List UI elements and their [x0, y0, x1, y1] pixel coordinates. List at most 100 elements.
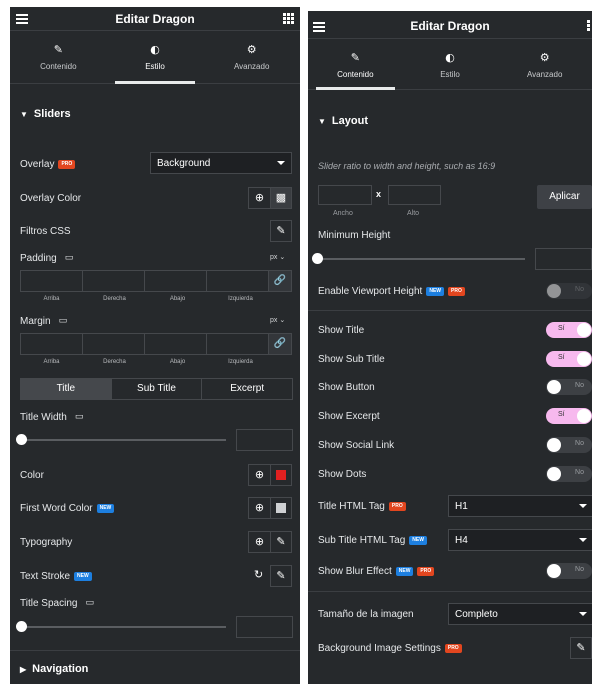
viewport-toggle[interactable]: No — [546, 283, 592, 299]
apps-grid-icon[interactable] — [283, 13, 294, 24]
edit-pencil-icon[interactable]: ✎ — [570, 637, 592, 659]
title-width-input[interactable] — [236, 429, 293, 451]
margin-row: Margin ▭ — [20, 315, 68, 327]
desktop-icon[interactable]: ▭ — [85, 598, 94, 608]
slider-handle[interactable] — [312, 253, 323, 264]
title-width-slider[interactable] — [20, 439, 226, 441]
color-controls: ⊕ — [248, 464, 292, 486]
editor-panel-contenido: Editar Dragon ✎ Contenido ◐ Estilo ⚙ Avanza… — [308, 11, 592, 684]
edit-pencil-icon[interactable]: ✎ — [270, 532, 291, 552]
margin-labels: Arriba Derecha Abajo Izquierda — [43, 359, 253, 365]
show-excerpt-toggle[interactable]: Sí — [546, 408, 592, 424]
padding-labels: Arriba Derecha Abajo Izquierda — [43, 296, 253, 302]
subtitle-tag-select[interactable]: H4 — [448, 529, 592, 551]
tab-contenido[interactable]: ✎ Contenido — [10, 32, 107, 83]
slider-handle[interactable] — [16, 434, 27, 445]
title-spacing-input[interactable] — [236, 616, 293, 638]
reset-icon[interactable]: ↻ — [254, 568, 263, 581]
unit-selector[interactable]: px ⌄ — [270, 316, 285, 324]
globe-icon[interactable]: ⊕ — [249, 188, 270, 208]
padding-left-input[interactable] — [206, 270, 269, 292]
section-navigation[interactable]: ▶ Navigation — [10, 663, 300, 675]
blur-toggle[interactable]: No — [546, 563, 592, 579]
ancho-input[interactable] — [318, 185, 372, 205]
link-icon[interactable]: 🔗 — [268, 270, 292, 292]
gear-icon: ⚙ — [246, 43, 257, 56]
slider-handle[interactable] — [16, 621, 27, 632]
typography-controls: ⊕ ✎ — [248, 531, 292, 553]
seg-tab-title[interactable]: Title — [21, 379, 111, 399]
overlay-select[interactable]: Background — [150, 152, 292, 174]
min-height-input[interactable] — [535, 248, 592, 270]
desktop-icon[interactable]: ▭ — [75, 412, 84, 422]
panel-title: Editar Dragon — [115, 12, 195, 26]
bg-settings-row: Background Image Settings PRO — [318, 636, 592, 660]
globe-icon[interactable]: ⊕ — [249, 532, 270, 552]
apply-button[interactable]: Aplicar — [537, 185, 592, 209]
min-height-row: Minimum Height — [318, 229, 391, 241]
tab-estilo[interactable]: ◐ Estilo — [403, 40, 498, 89]
panel-tabs: ✎ Contenido ◐ Estilo ⚙ Avanzado — [308, 40, 592, 90]
divider — [308, 310, 592, 311]
padding-right-input[interactable] — [82, 270, 145, 292]
padding-row: Padding ▭ — [20, 252, 74, 264]
margin-inputs: 🔗 — [20, 333, 292, 355]
more-vertical-icon[interactable] — [587, 20, 590, 32]
tab-avanzado[interactable]: ⚙ Avanzado — [497, 40, 592, 89]
first-word-color-swatch[interactable] — [270, 498, 291, 518]
show-subtitle-toggle[interactable]: Sí — [546, 351, 592, 367]
divider — [10, 650, 300, 651]
link-icon[interactable]: 🔗 — [268, 333, 292, 355]
tab-avanzado[interactable]: ⚙ Avanzado — [203, 32, 300, 83]
new-badge: NEW — [395, 566, 414, 576]
edit-pencil-icon[interactable]: ✎ — [270, 220, 292, 242]
desktop-icon[interactable]: ▭ — [65, 253, 74, 263]
color-empty-swatch[interactable]: ▩ — [270, 188, 291, 208]
alto-input[interactable] — [388, 185, 441, 205]
chevron-down-icon — [277, 161, 285, 165]
ratio-hint: Slider ratio to width and height, such a… — [318, 161, 496, 171]
tab-estilo[interactable]: ◐ Estilo — [107, 32, 204, 84]
padding-bottom-input[interactable] — [144, 270, 207, 292]
title-width-row: Title Width ▭ — [20, 411, 84, 423]
section-sliders[interactable]: ▼ Sliders — [10, 108, 300, 120]
title-tag-select[interactable]: H1 — [448, 495, 592, 517]
caret-down-icon: ▼ — [318, 117, 326, 126]
desktop-icon[interactable]: ▭ — [59, 316, 68, 326]
image-size-select[interactable]: Completo — [448, 603, 592, 625]
padding-top-input[interactable] — [20, 270, 83, 292]
margin-left-input[interactable] — [206, 333, 269, 355]
new-badge: NEW — [426, 286, 444, 296]
min-height-slider[interactable] — [318, 258, 525, 260]
margin-top-input[interactable] — [20, 333, 83, 355]
show-dots-toggle[interactable]: No — [546, 466, 592, 482]
tab-contenido[interactable]: ✎ Contenido — [308, 40, 403, 90]
ratio-x: x — [376, 189, 382, 199]
pro-badge: PRO — [417, 566, 435, 576]
color-swatch[interactable] — [270, 465, 291, 485]
globe-icon[interactable]: ⊕ — [249, 498, 270, 518]
contrast-icon: ◐ — [150, 43, 160, 56]
filtros-row: Filtros CSS — [20, 225, 71, 237]
show-social-toggle[interactable]: No — [546, 437, 592, 453]
globe-icon[interactable]: ⊕ — [249, 465, 270, 485]
section-layout[interactable]: ▼ Layout — [308, 115, 592, 127]
panel-header: Editar Dragon — [10, 7, 300, 31]
show-title-toggle[interactable]: Sí — [546, 322, 592, 338]
margin-right-input[interactable] — [82, 333, 145, 355]
pencil-icon: ✎ — [53, 43, 63, 56]
panel-header: Editar Dragon — [308, 11, 592, 39]
seg-tab-subtitle[interactable]: Sub Title — [110, 379, 202, 399]
show-button-toggle[interactable]: No — [546, 379, 592, 395]
title-spacing-row: Title Spacing ▭ — [20, 597, 94, 609]
edit-pencil-icon[interactable]: ✎ — [270, 565, 292, 587]
margin-bottom-input[interactable] — [144, 333, 207, 355]
overlay-color-controls: ⊕ ▩ — [248, 187, 292, 209]
unit-selector[interactable]: px ⌄ — [270, 253, 285, 261]
new-badge: NEW — [96, 503, 115, 513]
panel-title: Editar Dragon — [410, 19, 490, 33]
caret-down-icon: ▼ — [20, 110, 28, 119]
title-spacing-slider[interactable] — [20, 626, 226, 628]
caret-right-icon: ▶ — [20, 665, 27, 674]
seg-tab-excerpt[interactable]: Excerpt — [201, 379, 292, 399]
